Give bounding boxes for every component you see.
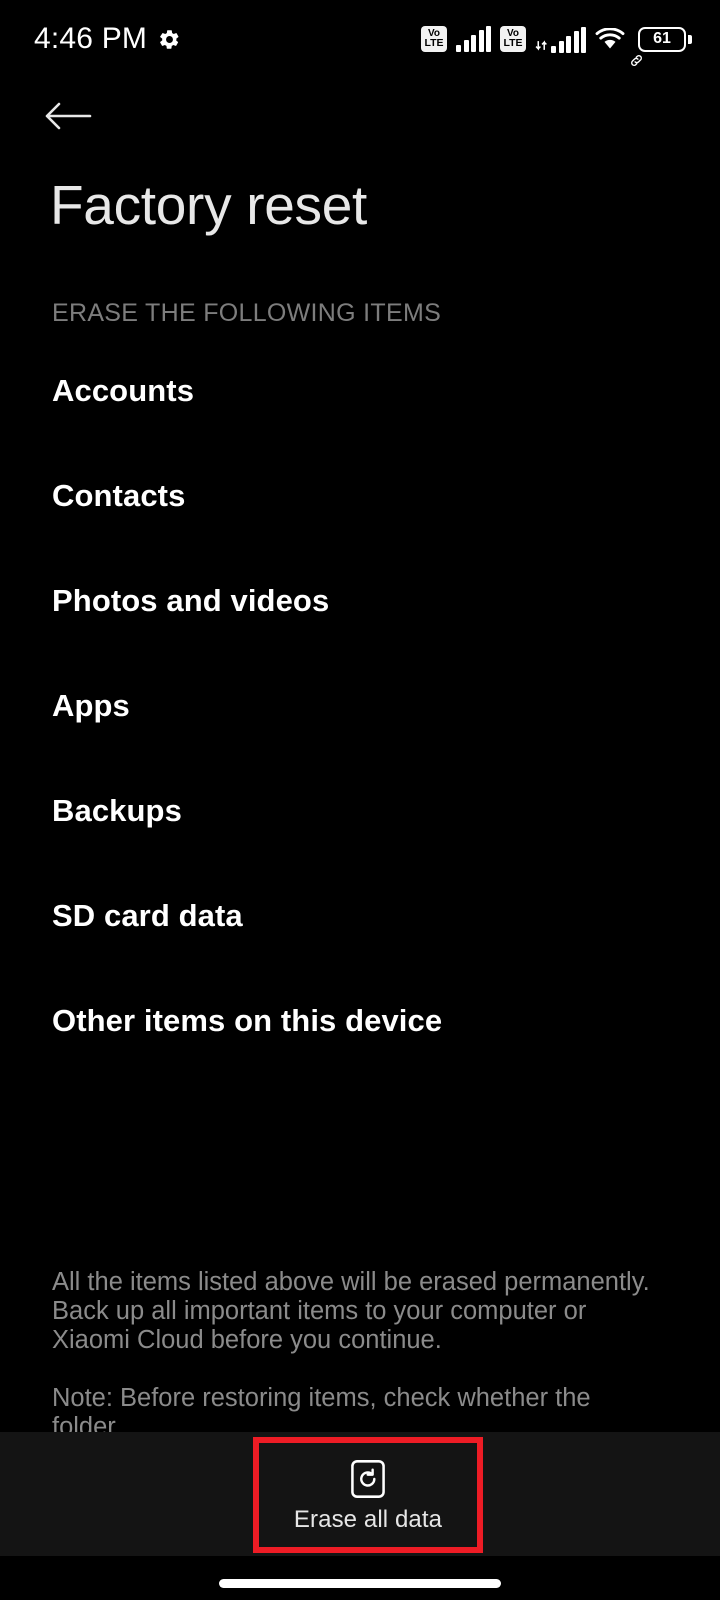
list-item[interactable]: Accounts [0,375,720,480]
volte-lte-text-2: LTE [503,37,523,50]
battery-level-text: 61 [653,30,671,47]
list-item[interactable]: Other items on this device [0,1005,720,1110]
status-bar-right: Vo LTE Vo LTE 61 [421,26,692,66]
section-header: ERASE THE FOLLOWING ITEMS [52,299,442,327]
list-item[interactable]: Photos and videos [0,585,720,690]
wifi-icon [595,26,642,66]
home-gesture-bar[interactable] [219,1578,501,1588]
signal-bars-sim2 [551,26,586,53]
list-item-label: Accounts [52,373,195,408]
list-item[interactable]: Contacts [0,480,720,585]
list-item-label: Contacts [52,478,186,513]
factory-reset-icon [350,1459,386,1499]
status-bar: 4:46 PM Vo LTE Vo LTE 61 [0,0,720,78]
status-time: 4:46 PM [34,22,148,55]
back-arrow-icon [44,99,92,138]
volte-icon-sim2: Vo LTE [500,26,526,52]
status-bar-left: 4:46 PM [34,24,181,54]
gear-icon [158,28,181,51]
list-item-label: SD card data [52,898,243,933]
page-title: Factory reset [50,174,368,236]
battery-icon: 61 [638,26,692,52]
back-button[interactable] [44,92,106,144]
data-transfer-arrows-icon [535,26,548,52]
erase-all-data-label: Erase all data [293,1505,443,1533]
list-item-label: Photos and videos [52,583,330,618]
volte-icon-sim1: Vo LTE [421,26,447,52]
mobile-data-group [535,26,586,53]
erase-all-data-highlight: Erase all data [253,1437,483,1553]
list-item-label: Backups [52,793,182,828]
bottom-action-bar: Erase all data [0,1432,720,1556]
list-item[interactable]: Backups [0,795,720,900]
navigation-area [0,1556,720,1600]
list-item[interactable]: SD card data [0,900,720,1005]
erase-all-data-button[interactable]: Erase all data [259,1443,477,1547]
footer-note: All the items listed above will be erase… [52,1268,652,1442]
erase-items-list: Accounts Contacts Photos and videos Apps… [0,375,720,1110]
list-item-label: Other items on this device [52,1003,443,1038]
footer-paragraph-1: All the items listed above will be erase… [52,1268,650,1355]
battery-cap [688,34,692,44]
list-item-label: Apps [52,688,130,723]
volte-lte-text: LTE [424,37,444,50]
signal-bars-sim1 [456,26,491,52]
list-item[interactable]: Apps [0,690,720,795]
phone-screen: 4:46 PM Vo LTE Vo LTE 61 Factory reset E… [0,0,720,1600]
